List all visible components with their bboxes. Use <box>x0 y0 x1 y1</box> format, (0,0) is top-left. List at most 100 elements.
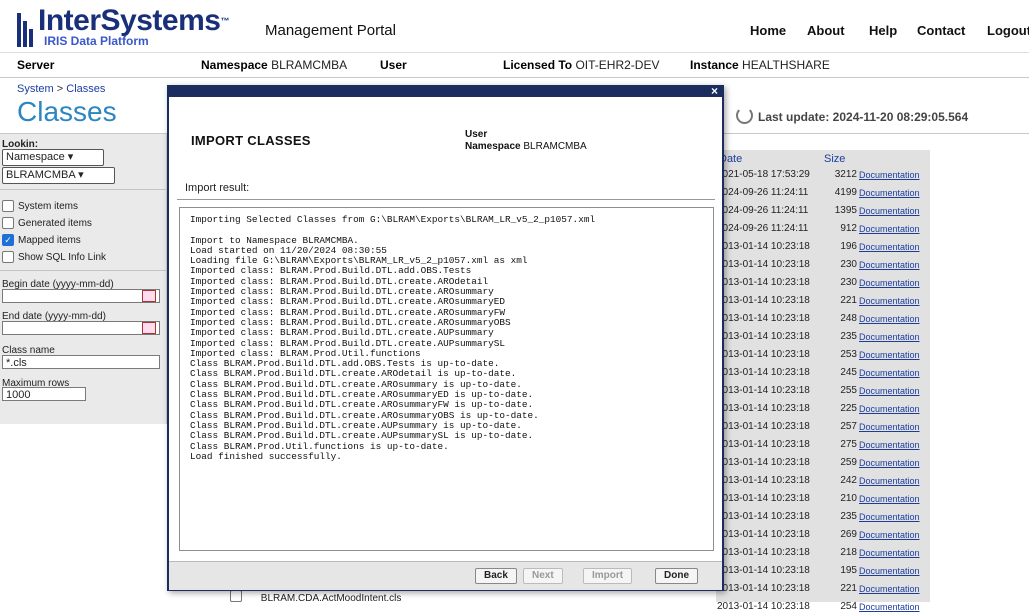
calendar-icon[interactable] <box>142 290 156 302</box>
import-result-output[interactable]: Importing Selected Classes from G:\BLRAM… <box>179 207 714 551</box>
nav-logout[interactable]: Logout <box>987 23 1029 38</box>
documentation-link[interactable]: Documentation <box>859 512 920 522</box>
namespace-label: Namespace <box>201 58 268 72</box>
info-bar: Server Namespace BLRAMCMBA User Licensed… <box>0 53 1029 78</box>
documentation-link[interactable]: Documentation <box>859 278 920 288</box>
date-cell: 2013-01-14 10:23:18 <box>717 457 810 468</box>
system-items-label: System items <box>18 200 79 212</box>
end-date-input[interactable] <box>2 321 160 335</box>
top-header: InterSystems™ IRIS Data Platform Managem… <box>0 0 1029 53</box>
table-row: 2013-01-14 10:23:18 259 Documentation <box>716 454 930 472</box>
nav-contact[interactable]: Contact <box>917 23 965 38</box>
table-row: 2013-01-14 10:23:18 269 Documentation <box>716 526 930 544</box>
documentation-link[interactable]: Documentation <box>859 440 920 450</box>
documentation-link[interactable]: Documentation <box>859 296 920 306</box>
class-name-cell[interactable]: BLRAM.CDA.ActMoodIntent.cls <box>261 593 402 604</box>
back-button[interactable]: Back <box>475 568 517 584</box>
size-cell: 3212 <box>834 169 857 180</box>
date-cell: 2013-01-14 10:23:18 <box>717 565 810 576</box>
breadcrumb-classes[interactable]: Classes <box>66 83 105 95</box>
documentation-link[interactable]: Documentation <box>859 224 920 234</box>
documentation-link[interactable]: Documentation <box>859 368 920 378</box>
brand[interactable]: InterSystems™ IRIS Data Platform <box>38 6 229 49</box>
date-cell: 2021-05-18 17:53:29 <box>717 169 810 180</box>
date-cell: 2013-01-14 10:23:18 <box>717 367 810 378</box>
dialog-titlebar[interactable] <box>169 87 722 97</box>
size-cell: 4199 <box>834 187 857 198</box>
table-row: 2024-09-26 11:24:11 912 Documentation <box>716 220 930 238</box>
nav-about[interactable]: About <box>807 23 845 38</box>
table-row: 2013-01-14 10:23:18 225 Documentation <box>716 400 930 418</box>
documentation-link[interactable]: Documentation <box>859 566 920 576</box>
close-icon[interactable]: × <box>711 84 718 98</box>
table-row: 2024-09-26 11:24:11 1395 Documentation <box>716 202 930 220</box>
max-rows-input[interactable]: 1000 <box>2 387 86 401</box>
table-row: 2013-01-14 10:23:18 230 Documentation <box>716 274 930 292</box>
dialog-title: IMPORT CLASSES <box>191 133 311 148</box>
import-button[interactable]: Import <box>583 568 633 584</box>
date-cell: 2013-01-14 10:23:18 <box>717 277 810 288</box>
column-size[interactable]: Size <box>824 153 845 165</box>
documentation-link[interactable]: Documentation <box>859 314 920 324</box>
date-cell: 2024-09-26 11:24:11 <box>717 223 809 234</box>
date-cell: 2013-01-14 10:23:18 <box>717 295 810 306</box>
documentation-link[interactable]: Documentation <box>859 188 920 198</box>
documentation-link[interactable]: Documentation <box>859 332 920 342</box>
table-row: 2013-01-14 10:23:18 254 Documentation <box>716 598 930 616</box>
chevron-down-icon: ▾ <box>78 169 84 181</box>
size-cell: 235 <box>840 331 857 342</box>
documentation-link[interactable]: Documentation <box>859 422 920 432</box>
show-sql-info-checkbox[interactable]: Show SQL Info Link <box>2 251 106 263</box>
documentation-link[interactable]: Documentation <box>859 458 920 468</box>
generated-items-checkbox[interactable]: Generated items <box>2 217 92 229</box>
namespace-select[interactable]: BLRAMCMBA ▾ <box>2 167 115 184</box>
table-row: 2013-01-14 10:23:18 195 Documentation <box>716 562 930 580</box>
checkbox-icon <box>2 200 14 212</box>
mapped-items-checkbox[interactable]: ✓ Mapped items <box>2 234 81 246</box>
table-row: 2013-01-14 10:23:18 218 Documentation <box>716 544 930 562</box>
dialog-button-bar: Back Next Import Done <box>169 561 722 590</box>
namespace-select-value: BLRAMCMBA <box>6 169 76 181</box>
breadcrumb-system[interactable]: System <box>17 83 54 95</box>
class-name-input[interactable]: *.cls <box>2 355 160 369</box>
documentation-link[interactable]: Documentation <box>859 584 920 594</box>
documentation-link[interactable]: Documentation <box>859 476 920 486</box>
date-cell: 2013-01-14 10:23:18 <box>717 403 810 414</box>
documentation-link[interactable]: Documentation <box>859 404 920 414</box>
table-row: 2013-01-14 10:23:18 221 Documentation <box>716 292 930 310</box>
refresh-icon[interactable] <box>736 107 753 124</box>
date-cell: 2013-01-14 10:23:18 <box>717 385 810 396</box>
documentation-link[interactable]: Documentation <box>859 170 920 180</box>
table-row: 2021-05-18 17:53:29 3212 Documentation <box>716 166 930 184</box>
size-cell: 225 <box>840 403 857 414</box>
date-cell: 2013-01-14 10:23:18 <box>717 259 810 270</box>
documentation-link[interactable]: Documentation <box>859 260 920 270</box>
begin-date-input[interactable] <box>2 289 160 303</box>
table-row: 2013-01-14 10:23:18 210 Documentation <box>716 490 930 508</box>
import-result-text: Importing Selected Classes from G:\BLRAM… <box>190 214 596 462</box>
size-cell: 210 <box>840 493 857 504</box>
checkbox-icon[interactable] <box>230 590 242 602</box>
date-cell: 2024-09-26 11:24:11 <box>717 205 809 216</box>
size-cell: 253 <box>840 349 857 360</box>
documentation-link[interactable]: Documentation <box>859 548 920 558</box>
calendar-icon[interactable] <box>142 322 156 334</box>
documentation-link[interactable]: Documentation <box>859 206 920 216</box>
done-button[interactable]: Done <box>655 568 698 584</box>
next-button[interactable]: Next <box>523 568 563 584</box>
size-cell: 257 <box>840 421 857 432</box>
documentation-link[interactable]: Documentation <box>859 386 920 396</box>
documentation-link[interactable]: Documentation <box>859 242 920 252</box>
nav-home[interactable]: Home <box>750 23 786 38</box>
table-row: 2013-01-14 10:23:18 196 Documentation <box>716 238 930 256</box>
documentation-link[interactable]: Documentation <box>859 494 920 504</box>
documentation-link[interactable]: Documentation <box>859 602 920 612</box>
nav-help[interactable]: Help <box>869 23 897 38</box>
size-cell: 221 <box>840 295 857 306</box>
lookin-select[interactable]: Namespace ▾ <box>2 149 104 166</box>
breadcrumb: System > Classes <box>17 83 105 95</box>
system-items-checkbox[interactable]: System items <box>2 200 78 212</box>
documentation-link[interactable]: Documentation <box>859 350 920 360</box>
size-cell: 255 <box>840 385 857 396</box>
documentation-link[interactable]: Documentation <box>859 530 920 540</box>
